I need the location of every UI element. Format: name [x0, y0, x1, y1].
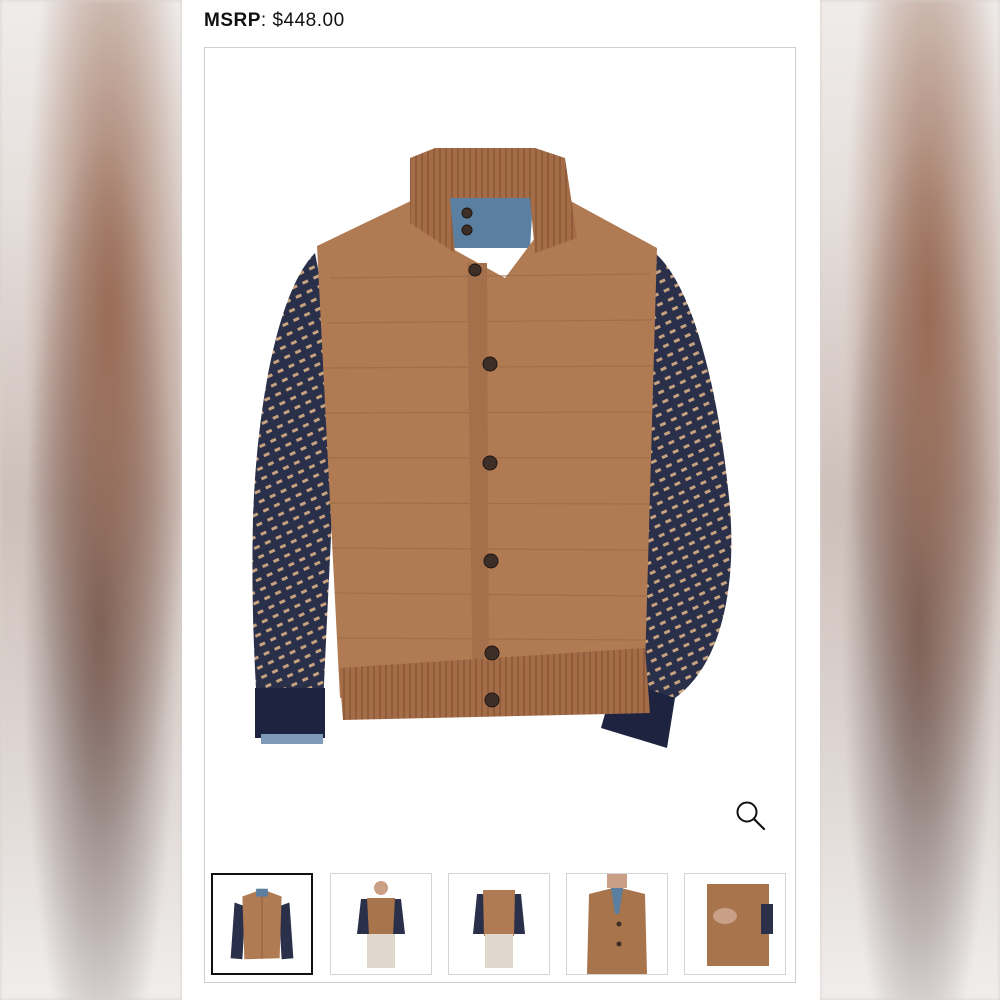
zoom-button[interactable]	[733, 798, 767, 832]
thumbnail-1-image	[213, 875, 311, 973]
backdrop-right	[820, 0, 1000, 1000]
thumbnail-2[interactable]	[330, 873, 432, 975]
msrp-separator: :	[260, 10, 273, 31]
thumbnail-5-image	[685, 874, 785, 974]
thumbnail-3-image	[449, 874, 549, 974]
thumbnail-5[interactable]	[684, 873, 786, 975]
msrp-value: $448.00	[272, 10, 345, 31]
thumbnail-3[interactable]	[448, 873, 550, 975]
magnifier-icon	[736, 801, 766, 831]
msrp-price: MSRP: $448.00	[204, 10, 345, 32]
main-product-image[interactable]	[205, 48, 795, 848]
thumbnail-2-image	[331, 874, 431, 974]
thumbnail-1[interactable]	[211, 873, 313, 975]
product-panel: MSRP: $448.00	[182, 0, 820, 1000]
thumbnail-4[interactable]	[566, 873, 668, 975]
backdrop-left	[0, 0, 182, 1000]
thumbnail-4-image	[567, 874, 667, 974]
msrp-label: MSRP	[204, 10, 261, 31]
thumbnail-strip	[211, 873, 791, 977]
product-gallery	[204, 47, 796, 983]
